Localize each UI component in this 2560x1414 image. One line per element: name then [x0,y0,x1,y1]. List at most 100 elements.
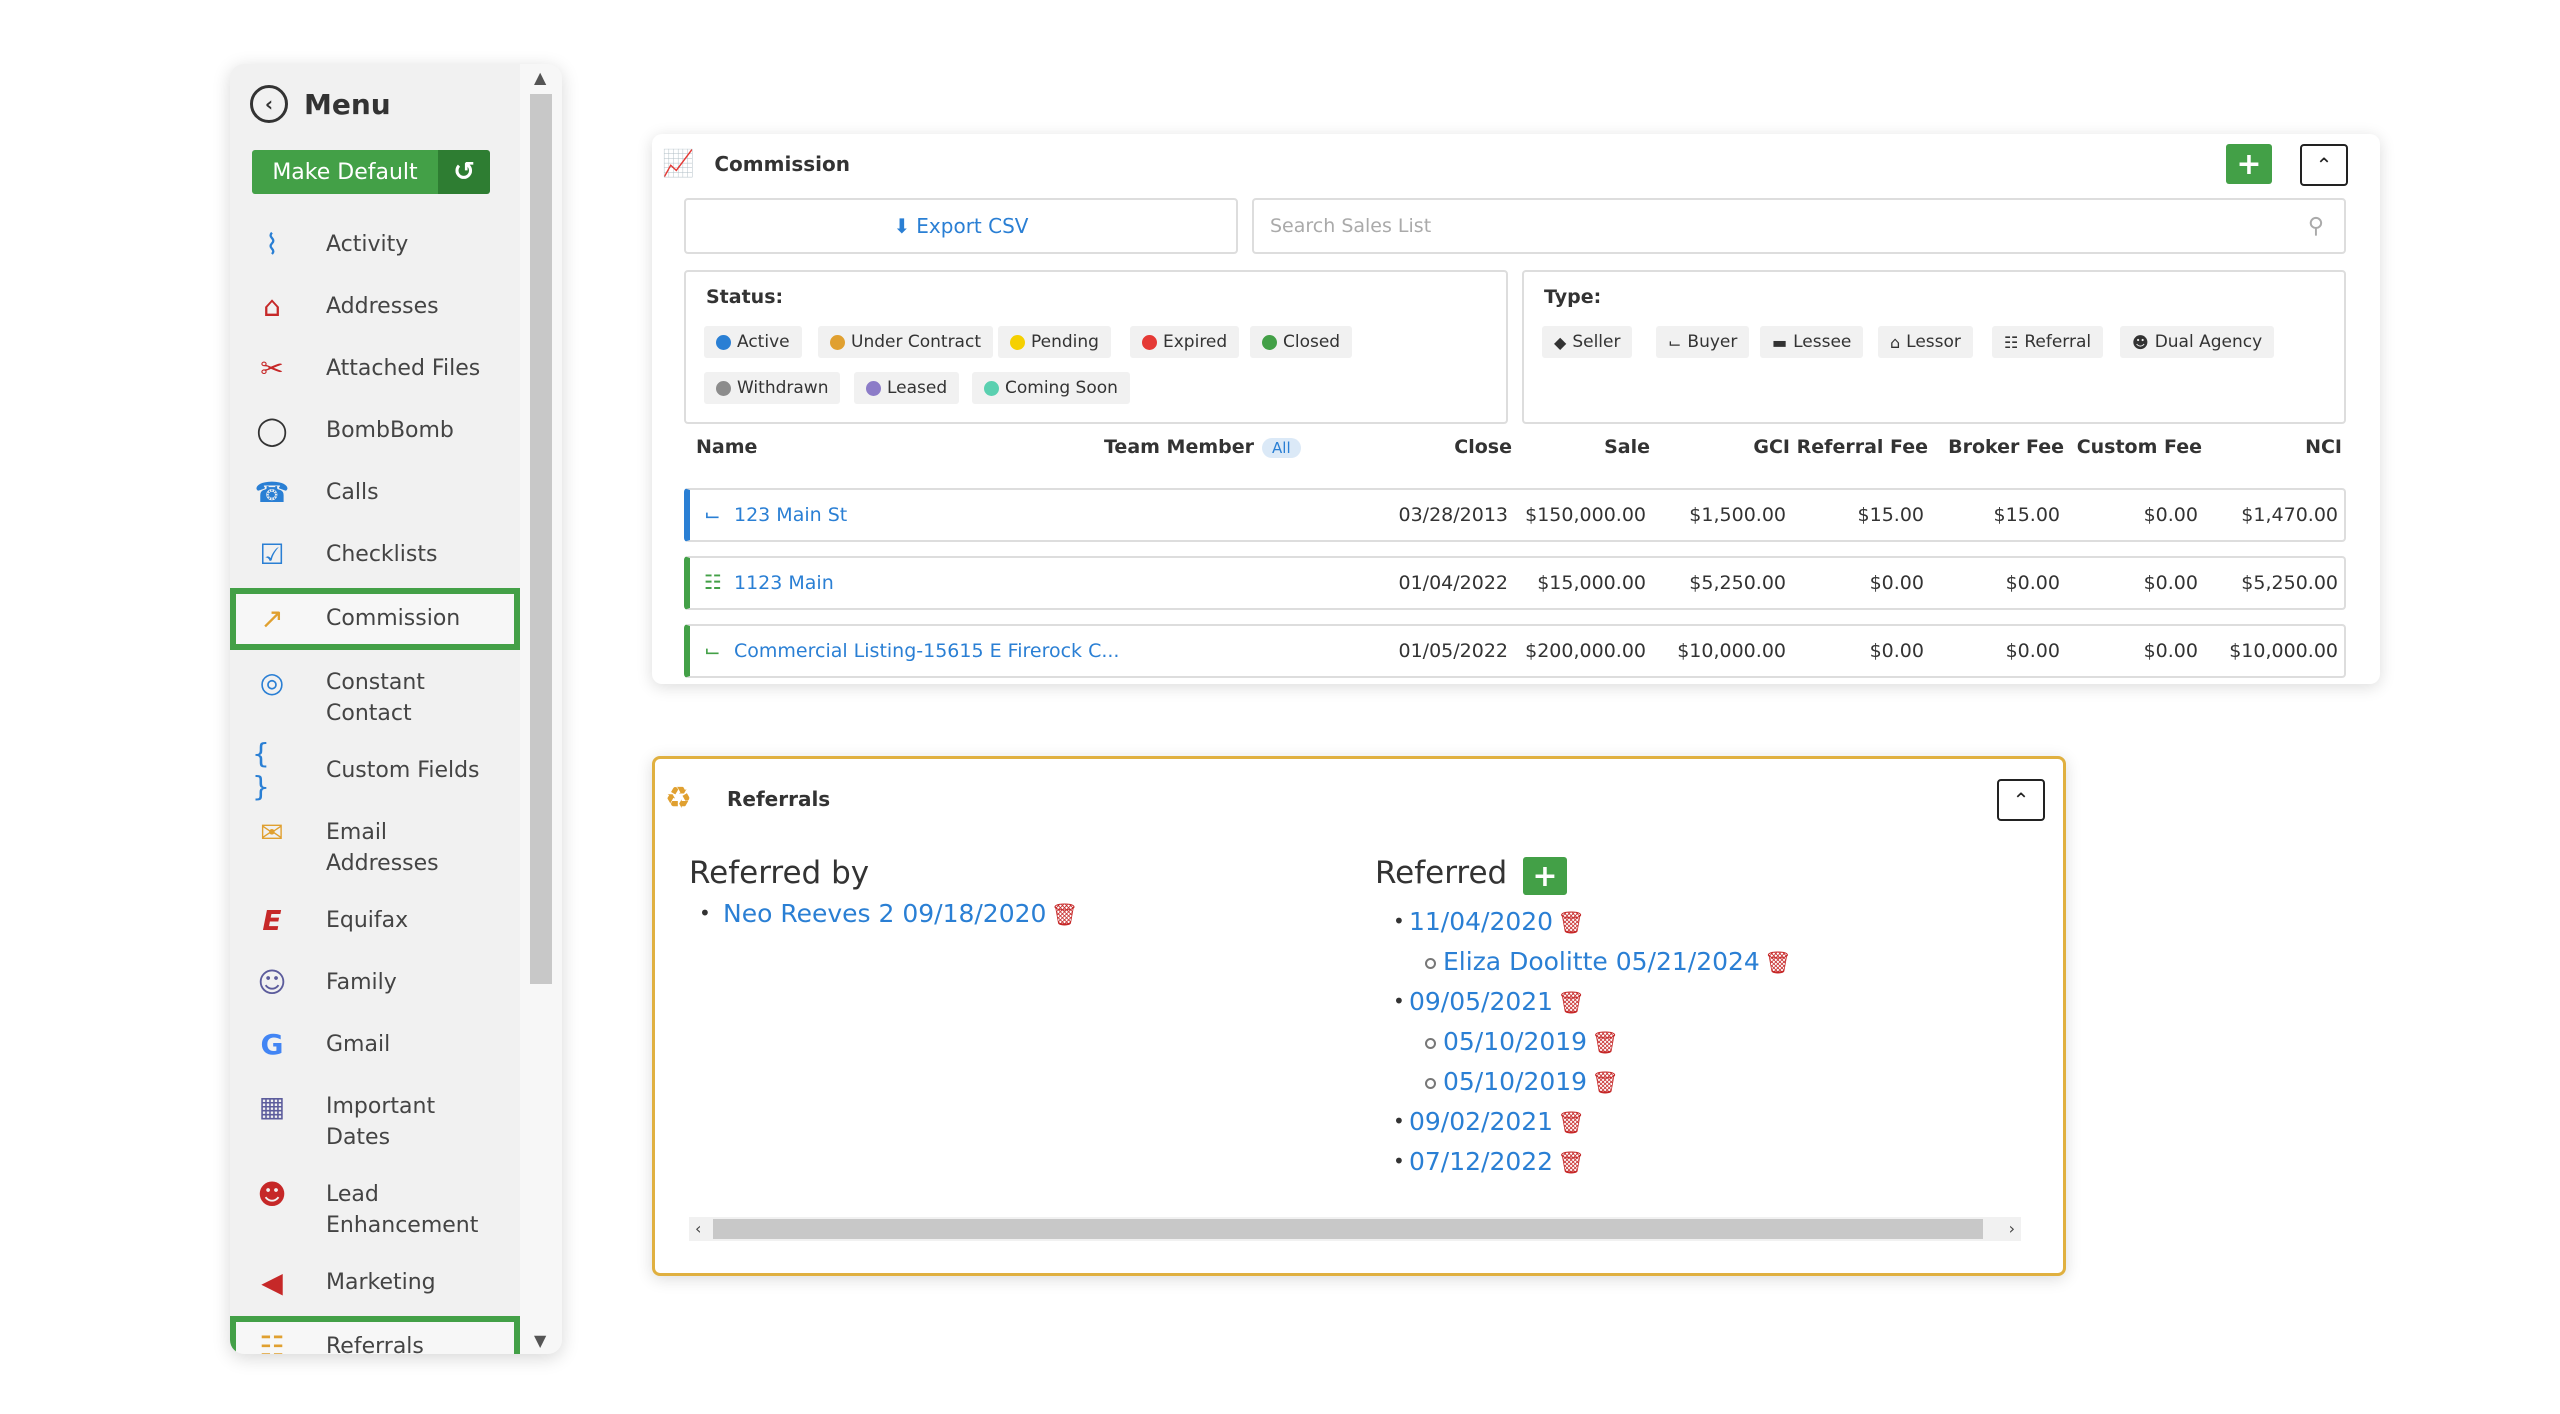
scroll-right-icon[interactable]: › [2009,1217,2015,1241]
users-icon: ☻ [2132,332,2149,352]
sidebar-item-custom-fields[interactable]: { } Custom Fields [230,737,520,803]
status-chip-coming-soon[interactable]: Coming Soon [972,372,1130,404]
trash-icon[interactable]: 🗑 [1557,991,1585,1016]
status-chip-under-contract[interactable]: Under Contract [818,326,993,358]
scrollbar-thumb[interactable] [530,94,552,984]
family-icon: ☺ [257,965,287,999]
add-referral-button[interactable]: + [1523,857,1567,895]
col-sale[interactable]: Sale [1604,436,1650,458]
row-name-link[interactable]: 123 Main St [734,504,847,526]
status-filter-box: Status: Active Under Contract Pending Expir… [684,270,1508,424]
sidebar-item-equifax[interactable]: E Equifax [230,890,520,952]
sidebar-item-lead-enhancement[interactable]: ☻ Lead Enhancement [230,1164,520,1252]
sidebar-item-email-addresses[interactable]: ✉ Email Addresses [230,802,520,890]
sidebar-item-gmail[interactable]: G Gmail [230,1014,520,1076]
table-row[interactable]: ⌙ Commercial Listing-15615 E Firerock C..… [684,624,2346,678]
sitemap-icon: ☷ [259,1329,285,1355]
referred-link[interactable]: 11/04/2020 🗑 [1409,907,1585,936]
scroll-down-icon[interactable]: ▼ [534,1331,546,1350]
trash-icon[interactable]: 🗑 [1557,1111,1585,1136]
collapse-commission-button[interactable]: ⌃ [2300,144,2348,186]
commission-title: Commission [714,152,850,176]
cell-gci: $5,250.00 [1689,572,1786,594]
list-bullet: • [1393,989,1405,1013]
sidebar-item-constant-contact[interactable]: ◎ Constant Contact [230,652,520,740]
col-broker-fee[interactable]: Broker Fee [1948,436,2064,458]
status-chip-leased[interactable]: Leased [854,372,960,404]
sidebar-item-attached-files[interactable]: ✂ Attached Files [230,338,520,400]
sidebar-item-addresses[interactable]: ⌂ Addresses [230,276,520,338]
col-name[interactable]: Name [696,436,757,458]
col-referral-fee[interactable]: Referral Fee [1797,436,1928,458]
scroll-left-icon[interactable]: ‹ [695,1217,701,1241]
status-chip-label: Expired [1163,332,1228,352]
sidebar-scrollbar[interactable]: ▲ ▼ [520,64,562,1354]
collapse-referrals-button[interactable]: ⌃ [1997,779,2045,821]
sidebar-item-marketing[interactable]: ◀ Marketing [230,1252,520,1314]
export-csv-button[interactable]: ⬇ Export CSV [684,198,1238,254]
type-chip-referral[interactable]: ☷ Referral [1992,326,2104,358]
col-close[interactable]: Close [1454,436,1512,458]
sidebar-item-checklists[interactable]: ☑ Checklists [230,524,520,586]
search-sales-input[interactable]: Search Sales List ⚲ [1252,198,2346,254]
back-circle-icon[interactable]: ‹ [250,85,288,123]
user-icon: ☻ [257,1177,287,1211]
table-row[interactable]: ☷ 1123 Main 01/04/2022 $15,000.00 $5,250.00 $… [684,556,2346,610]
referred-link-label: 07/12/2022 [1409,1147,1554,1176]
horizontal-scrollbar-thumb[interactable] [713,1219,1983,1239]
sidebar-item-family[interactable]: ☺ Family [230,952,520,1014]
status-chip-active[interactable]: Active [704,326,802,358]
type-chip-dual-agency[interactable]: ☻ Dual Agency [2120,326,2275,358]
make-default-label[interactable]: Make Default [252,150,438,194]
col-gci[interactable]: GCI [1753,436,1790,458]
make-default-button[interactable]: Make Default ↺ [252,150,490,194]
sidebar-item-activity[interactable]: ⌇ Activity [230,214,520,276]
search-icon[interactable]: ⚲ [2308,214,2324,239]
referred-child-link[interactable]: 05/10/2019 🗑 [1443,1027,1619,1056]
col-custom-fee[interactable]: Custom Fee [2077,436,2202,458]
col-nci[interactable]: NCI [2305,436,2342,458]
menu-list: ⌇ Activity ⌂ Addresses ✂ Attached Files ◯ BombB… [230,214,520,1354]
referred-link[interactable]: 09/02/2021 🗑 [1409,1107,1585,1136]
status-chip-closed[interactable]: Closed [1250,326,1353,358]
type-chip-seller[interactable]: ◆ Seller [1542,326,1633,358]
table-row[interactable]: ⌙ 123 Main St 03/28/2013 $150,000.00 $1,500.… [684,488,2346,542]
sidebar-item-commission[interactable]: ↗ Commission [230,588,520,650]
trash-icon[interactable]: 🗑 [1050,903,1078,928]
row-name-link[interactable]: Commercial Listing-15615 E Firerock C... [734,640,1119,662]
cart-icon: ⌙ [704,638,721,662]
sidebar-item-important-dates[interactable]: ▦ Important Dates [230,1076,520,1164]
row-name-link[interactable]: 1123 Main [734,572,834,594]
referred-by-link[interactable]: Neo Reeves 2 09/18/2020 🗑 [723,899,1078,928]
scroll-up-icon[interactable]: ▲ [534,68,546,87]
trash-icon[interactable]: 🗑 [1557,1151,1585,1176]
status-chip-pending[interactable]: Pending [998,326,1111,358]
sidebar-menu: ‹ Menu Make Default ↺ ⌇ Activity ⌂ Addresse… [230,64,562,1354]
referred-link[interactable]: 09/05/2021 🗑 [1409,987,1585,1016]
add-commission-button[interactable]: + [2226,144,2272,184]
sidebar-item-calls[interactable]: ☎ Calls [230,462,520,524]
trash-icon[interactable]: 🗑 [1557,911,1585,936]
referred-link[interactable]: 07/12/2022 🗑 [1409,1147,1585,1176]
referred-child-link[interactable]: Eliza Doolitte 05/21/2024 🗑 [1443,947,1792,976]
referred-child-link[interactable]: 05/10/2019 🗑 [1443,1067,1619,1096]
referred-child-link-label: 05/10/2019 [1443,1067,1588,1096]
sidebar-item-label: Equifax [326,908,409,933]
status-chip-expired[interactable]: Expired [1130,326,1240,358]
type-chip-buyer[interactable]: ⌙ Buyer [1656,326,1750,358]
trash-icon[interactable]: 🗑 [1591,1071,1619,1096]
list-bullet: • [1393,909,1405,933]
type-chip-lessee[interactable]: ▬ Lessee [1760,326,1864,358]
type-chip-lessor[interactable]: ⌂ Lessor [1878,326,1973,358]
trash-icon[interactable]: 🗑 [1591,1031,1619,1056]
all-badge[interactable]: All [1262,438,1301,458]
sidebar-item-referrals[interactable]: ☷ Referrals [230,1316,520,1354]
trash-icon[interactable]: 🗑 [1764,951,1792,976]
status-chip-withdrawn[interactable]: Withdrawn [704,372,841,404]
horizontal-scrollbar[interactable]: ‹ › [689,1217,2021,1241]
reset-icon[interactable]: ↺ [438,150,490,194]
list-bullet: • [1393,1149,1405,1173]
sidebar-item-label: Gmail [326,1032,391,1057]
sidebar-item-bombbomb[interactable]: ◯ BombBomb [230,400,520,462]
col-team-member[interactable]: Team Member All [1104,436,1301,458]
